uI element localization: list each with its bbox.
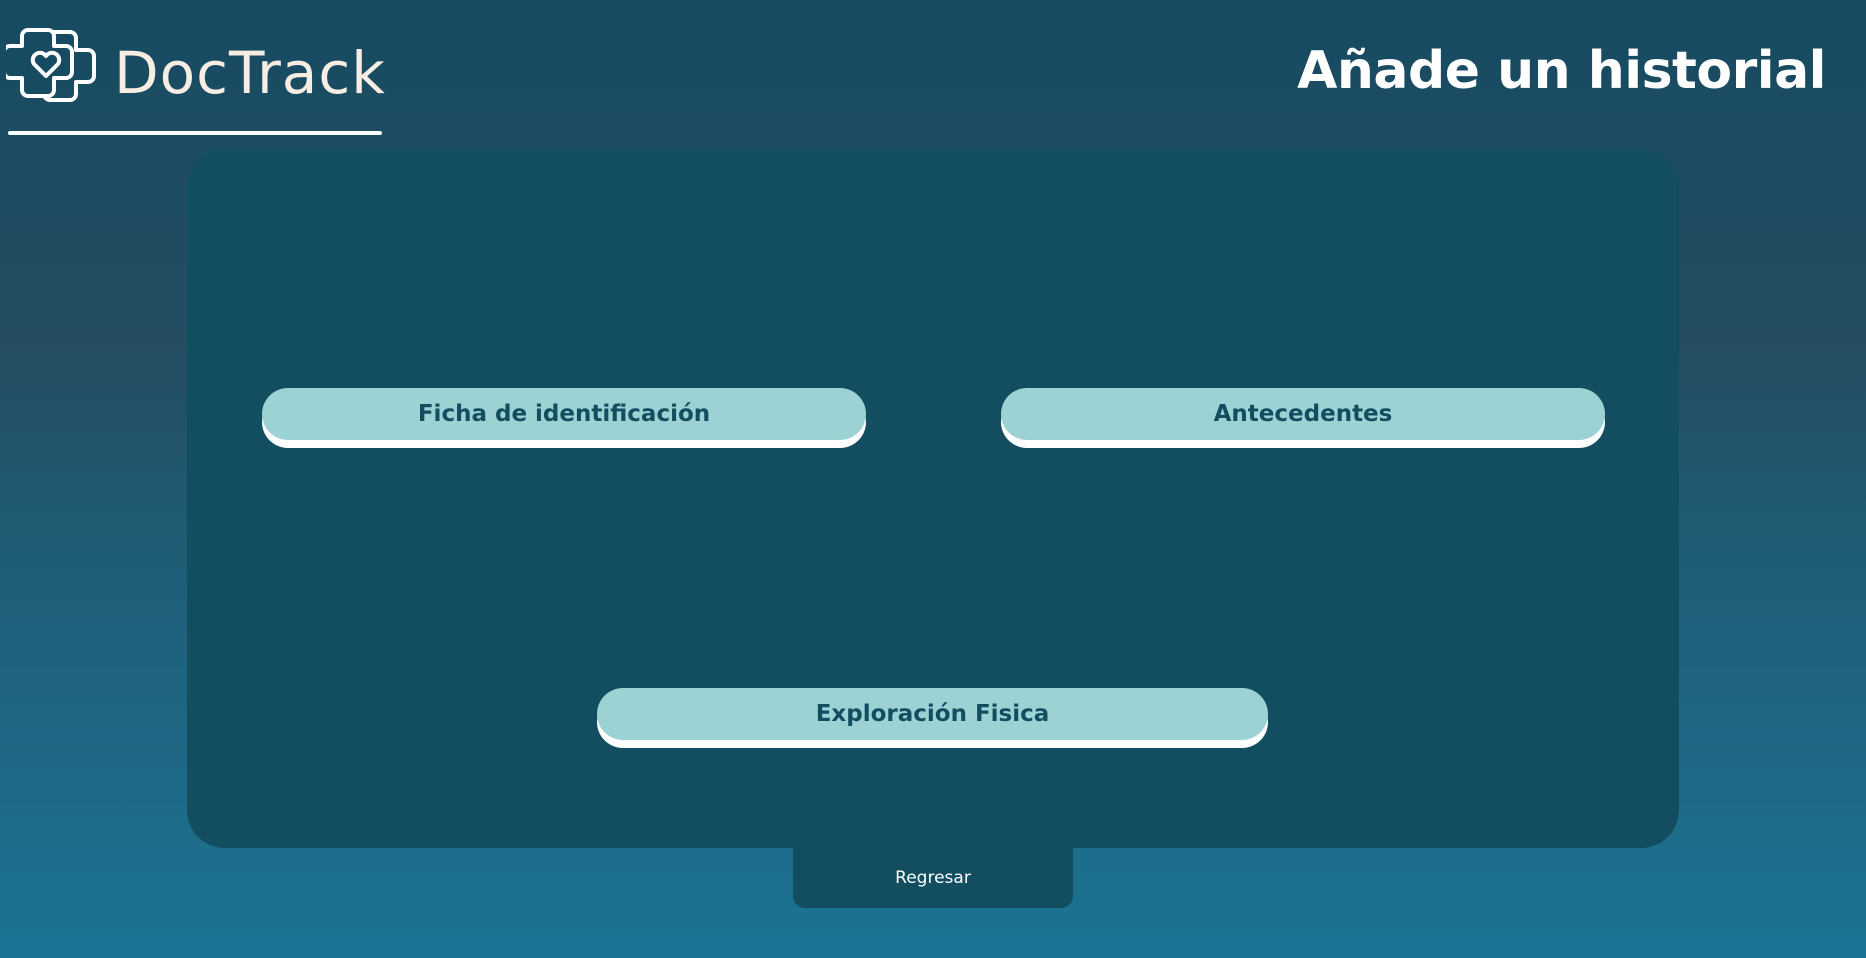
logo-underline: [8, 131, 382, 135]
back-button[interactable]: Regresar: [793, 848, 1073, 908]
exploracion-fisica-button[interactable]: Exploración Fisica: [597, 688, 1268, 740]
medical-cross-heart-icon: [6, 28, 96, 102]
sections-panel: [187, 149, 1679, 848]
logo-wordmark: DocTrack: [114, 39, 386, 107]
page-title: Añade un historial: [1297, 41, 1826, 101]
antecedentes-button[interactable]: Antecedentes: [1001, 388, 1605, 440]
doctrack-logo: DocTrack: [6, 24, 385, 136]
ficha-identificacion-button[interactable]: Ficha de identificación: [262, 388, 866, 440]
